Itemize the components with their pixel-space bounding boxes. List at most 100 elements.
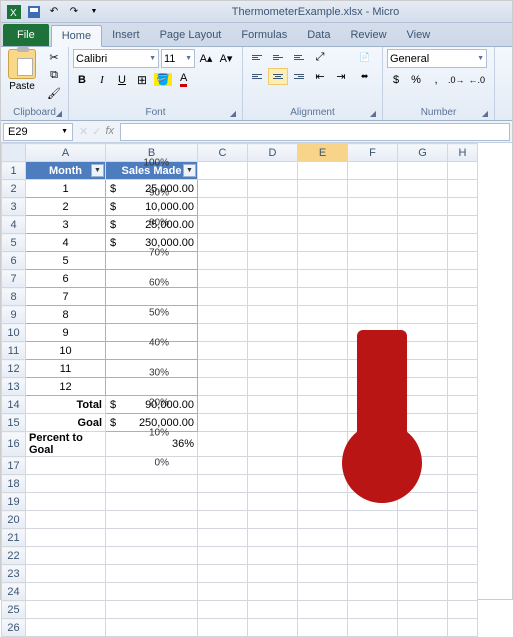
cell[interactable] <box>106 493 198 511</box>
cell[interactable] <box>106 583 198 601</box>
row-header[interactable]: 23 <box>2 565 26 583</box>
goal-label[interactable]: Goal <box>26 414 106 432</box>
percent-button[interactable]: % <box>407 70 425 89</box>
row-header[interactable]: 7 <box>2 270 26 288</box>
cell[interactable] <box>198 493 248 511</box>
month-cell[interactable]: 3 <box>26 216 106 234</box>
cell[interactable] <box>348 565 398 583</box>
row-header[interactable]: 18 <box>2 475 26 493</box>
underline-button[interactable]: U <box>113 70 131 89</box>
row-header[interactable]: 6 <box>2 252 26 270</box>
cell[interactable] <box>198 529 248 547</box>
cell[interactable] <box>248 270 298 288</box>
orientation-button[interactable]: ⤢ <box>310 49 330 66</box>
cell[interactable] <box>198 360 248 378</box>
table-header-month[interactable]: Month▼ <box>26 162 106 180</box>
month-cell[interactable]: 8 <box>26 306 106 324</box>
col-header[interactable]: C <box>198 144 248 162</box>
month-cell[interactable]: 1 <box>26 180 106 198</box>
row-header[interactable]: 14 <box>2 396 26 414</box>
cell[interactable] <box>248 457 298 475</box>
row-header[interactable]: 11 <box>2 342 26 360</box>
row-header[interactable]: 21 <box>2 529 26 547</box>
cell[interactable] <box>198 180 248 198</box>
cell[interactable] <box>248 547 298 565</box>
row-header[interactable]: 9 <box>2 306 26 324</box>
cell[interactable] <box>348 619 398 637</box>
row-header[interactable]: 1 <box>2 162 26 180</box>
tab-home[interactable]: Home <box>51 25 102 47</box>
cell[interactable] <box>106 565 198 583</box>
cell[interactable] <box>198 565 248 583</box>
cell[interactable] <box>248 342 298 360</box>
month-cell[interactable]: 11 <box>26 360 106 378</box>
row-header[interactable]: 10 <box>2 324 26 342</box>
name-box[interactable]: E29▼ <box>3 123 73 141</box>
cell[interactable] <box>106 475 198 493</box>
row-header[interactable]: 25 <box>2 601 26 619</box>
cell[interactable] <box>198 216 248 234</box>
month-cell[interactable]: 2 <box>26 198 106 216</box>
enter-icon[interactable]: ✓ <box>92 125 101 138</box>
tab-data[interactable]: Data <box>297 24 340 46</box>
cell[interactable] <box>198 324 248 342</box>
cell[interactable] <box>198 198 248 216</box>
italic-button[interactable]: I <box>93 70 111 89</box>
cell[interactable] <box>398 619 448 637</box>
filter-icon[interactable]: ▼ <box>183 164 196 177</box>
cell[interactable] <box>198 619 248 637</box>
launcher-icon[interactable]: ◢ <box>228 109 238 119</box>
row-header[interactable]: 12 <box>2 360 26 378</box>
cell[interactable] <box>198 432 248 457</box>
row-header[interactable]: 19 <box>2 493 26 511</box>
cell[interactable] <box>248 475 298 493</box>
month-cell[interactable]: 10 <box>26 342 106 360</box>
cell[interactable] <box>248 360 298 378</box>
align-bottom-button[interactable] <box>289 49 309 66</box>
cell[interactable] <box>398 583 448 601</box>
cell[interactable] <box>348 583 398 601</box>
cell[interactable] <box>298 601 348 619</box>
cell[interactable] <box>26 619 106 637</box>
cell[interactable] <box>248 432 298 457</box>
tab-review[interactable]: Review <box>340 24 396 46</box>
cell[interactable] <box>26 493 106 511</box>
row-header[interactable]: 22 <box>2 547 26 565</box>
cell[interactable] <box>398 565 448 583</box>
col-header[interactable]: E <box>298 144 348 162</box>
filter-icon[interactable]: ▼ <box>91 164 104 177</box>
total-label[interactable]: Total <box>26 396 106 414</box>
align-left-button[interactable] <box>247 68 267 85</box>
cell[interactable] <box>198 601 248 619</box>
cell[interactable] <box>248 216 298 234</box>
month-cell[interactable]: 12 <box>26 378 106 396</box>
cell[interactable] <box>248 583 298 601</box>
cell[interactable] <box>448 583 478 601</box>
cell[interactable] <box>26 565 106 583</box>
font-family-combo[interactable]: Calibri▼ <box>73 49 159 68</box>
cell[interactable] <box>248 198 298 216</box>
cell[interactable] <box>198 306 248 324</box>
cell[interactable] <box>198 270 248 288</box>
tab-view[interactable]: View <box>397 24 441 46</box>
month-cell[interactable]: 4 <box>26 234 106 252</box>
tab-formulas[interactable]: Formulas <box>231 24 297 46</box>
cell[interactable] <box>298 583 348 601</box>
col-header[interactable]: G <box>398 144 448 162</box>
decrease-decimal-button[interactable]: ←.0 <box>468 70 487 89</box>
month-cell[interactable]: 9 <box>26 324 106 342</box>
row-header[interactable]: 26 <box>2 619 26 637</box>
month-cell[interactable]: 7 <box>26 288 106 306</box>
wrap-text-button[interactable]: 📄 <box>359 49 370 66</box>
cell[interactable] <box>198 288 248 306</box>
cell[interactable] <box>198 252 248 270</box>
cell[interactable] <box>106 511 198 529</box>
cell[interactable] <box>298 565 348 583</box>
cell[interactable] <box>106 547 198 565</box>
cell[interactable] <box>248 252 298 270</box>
cell[interactable] <box>198 583 248 601</box>
sales-cell[interactable]: $10,000.00 <box>106 198 198 216</box>
col-header[interactable]: F <box>348 144 398 162</box>
format-painter-button[interactable]: 🖌 <box>44 85 64 101</box>
select-all-corner[interactable] <box>2 144 26 162</box>
